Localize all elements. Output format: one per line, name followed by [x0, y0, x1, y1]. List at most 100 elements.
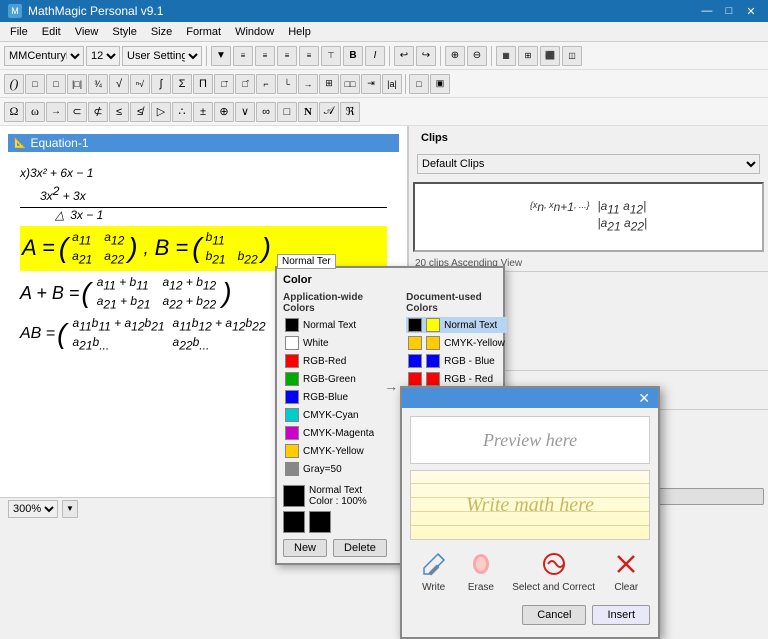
doc-color-rgb-red[interactable]: RGB - Red — [406, 371, 507, 387]
color-white[interactable]: White — [283, 335, 376, 351]
tb-bold[interactable]: B — [343, 46, 363, 66]
tb3-R-frak[interactable]: ℜ — [340, 102, 360, 122]
color-new-button[interactable]: New — [283, 539, 327, 557]
menu-style[interactable]: Style — [106, 24, 142, 40]
tb2-label[interactable]: |a| — [382, 74, 402, 94]
tb3-vee[interactable]: ∨ — [235, 102, 255, 122]
tb-matrix[interactable]: ▦ — [496, 46, 516, 66]
hw-tool-erase[interactable]: Erase — [465, 548, 497, 593]
menu-format[interactable]: Format — [180, 24, 227, 40]
tb3-omega[interactable]: ω — [25, 102, 45, 122]
maximize-button[interactable]: □ — [720, 3, 738, 19]
tb2-pi[interactable]: Π — [193, 74, 213, 94]
hw-tool-select-correct[interactable]: Select and Correct — [512, 548, 595, 593]
color-cmyk-magenta[interactable]: CMYK-Magenta — [283, 425, 376, 441]
color-rgb-green[interactable]: RGB-Green — [283, 371, 376, 387]
tb-align-mid[interactable]: ≡ — [255, 46, 275, 66]
tb2-space[interactable]: □□ — [340, 74, 360, 94]
tb3-subset[interactable]: ⊂ — [67, 102, 87, 122]
tb2-func1[interactable]: □ — [409, 74, 429, 94]
tb-align-full[interactable]: ≡ — [233, 46, 253, 66]
menu-size[interactable]: Size — [145, 24, 178, 40]
tb3-plus[interactable]: ⊕ — [214, 102, 234, 122]
tb2-paren[interactable]: () — [4, 74, 24, 94]
tb2-frac[interactable]: ¾ — [88, 74, 108, 94]
hw-insert-button[interactable]: Insert — [592, 605, 650, 625]
color-cmyk-cyan[interactable]: CMYK-Cyan — [283, 407, 376, 423]
tb-italic[interactable]: I — [365, 46, 385, 66]
tb2-sqrt[interactable]: √ — [109, 74, 129, 94]
tb-grid[interactable]: ⊞ — [518, 46, 538, 66]
tb2-nthroot[interactable]: ⁿ√ — [130, 74, 150, 94]
tb3-leq[interactable]: ≤ — [109, 102, 129, 122]
tb-undo[interactable]: ↩ — [394, 46, 414, 66]
hw-tool-write[interactable]: Write — [418, 548, 450, 593]
color-preview-text: Normal Text — [309, 485, 367, 496]
tb3-square[interactable]: □ — [277, 102, 297, 122]
doc-color-cmyk-yellow[interactable]: CMYK-Yellow — [406, 335, 507, 351]
color-cmyk-yellow[interactable]: CMYK-Yellow — [283, 443, 376, 459]
tb-align-top[interactable]: ⊤ — [321, 46, 341, 66]
zoom-selector[interactable]: 300% 200% 150% 100% — [8, 500, 58, 518]
tb3-tri[interactable]: ▷ — [151, 102, 171, 122]
doc-color-rgb-blue[interactable]: RGB - Blue — [406, 353, 507, 369]
tb-style-1[interactable]: ▼ — [211, 46, 231, 66]
menu-edit[interactable]: Edit — [36, 24, 67, 40]
minimize-button[interactable]: — — [698, 3, 716, 19]
tb2-matrix2[interactable]: ⊞ — [319, 74, 339, 94]
font-selector[interactable]: MMCenturyNew — [4, 46, 84, 66]
tb2-lim[interactable]: → — [298, 74, 318, 94]
tb2-func2[interactable]: ▣ — [430, 74, 450, 94]
tb2-brace[interactable]: □ — [46, 74, 66, 94]
zoom-dropdown-btn[interactable]: ▼ — [62, 500, 78, 518]
doc-color-normal[interactable]: Normal Text — [406, 317, 507, 333]
color-preview-swatch — [283, 485, 305, 507]
menu-help[interactable]: Help — [282, 24, 317, 40]
tb-redo[interactable]: ↪ — [416, 46, 436, 66]
tb3-dot[interactable]: ∴ — [172, 102, 192, 122]
menu-file[interactable]: File — [4, 24, 34, 40]
color-box-1[interactable] — [283, 511, 305, 533]
tb3-subset2[interactable]: ⊄ — [88, 102, 108, 122]
tb2-tab[interactable]: ⇥ — [361, 74, 381, 94]
hw-tool-clear[interactable]: Clear — [610, 548, 642, 593]
tb2-bracket[interactable]: □ — [25, 74, 45, 94]
hw-close-button[interactable]: ✕ — [638, 391, 650, 405]
color-delete-button[interactable]: Delete — [333, 539, 387, 557]
tb-zoom-out[interactable]: ⊖ — [467, 46, 487, 66]
tb2-bar[interactable]: □̄ — [214, 74, 234, 94]
tb-zoom-in[interactable]: ⊕ — [445, 46, 465, 66]
clips-dropdown[interactable]: Default Clips — [417, 154, 760, 174]
select-correct-label: Select and Correct — [512, 582, 595, 593]
tb2-abs[interactable]: |□| — [67, 74, 87, 94]
tb3-N[interactable]: N — [298, 102, 318, 122]
tb2-vec[interactable]: □̂ — [235, 74, 255, 94]
color-gray50[interactable]: Gray=50 — [283, 461, 376, 477]
tb2-prod[interactable]: Σ — [172, 74, 192, 94]
size-selector[interactable]: 12 pt — [86, 46, 120, 66]
tb3-A-script[interactable]: 𝒜 — [319, 102, 339, 122]
tb-align-left[interactable]: ≡ — [277, 46, 297, 66]
setting-selector[interactable]: User Setting — [122, 46, 202, 66]
tb-special[interactable]: ◫ — [562, 46, 582, 66]
tb-color[interactable]: ⬛ — [540, 46, 560, 66]
tb3-pm[interactable]: ± — [193, 102, 213, 122]
tb2-sum[interactable]: ∫ — [151, 74, 171, 94]
tb3-infty[interactable]: ∞ — [256, 102, 276, 122]
tb2-under[interactable]: └ — [277, 74, 297, 94]
color-box-2[interactable] — [309, 511, 331, 533]
color-dialog-title: Color — [283, 274, 497, 286]
tb2-over[interactable]: ⌐ — [256, 74, 276, 94]
color-normal-text[interactable]: Normal Text — [283, 317, 376, 333]
close-button[interactable]: ✕ — [742, 3, 760, 19]
tb-align-right[interactable]: ≡ — [299, 46, 319, 66]
menu-window[interactable]: Window — [229, 24, 280, 40]
menu-view[interactable]: View — [69, 24, 105, 40]
color-rgb-red[interactable]: RGB-Red — [283, 353, 376, 369]
tb3-nleq[interactable]: ≰ — [130, 102, 150, 122]
tb3-arrow[interactable]: → — [46, 102, 66, 122]
hw-cancel-button[interactable]: Cancel — [522, 605, 586, 625]
tb3-omega-big[interactable]: Ω — [4, 102, 24, 122]
color-rgb-blue[interactable]: RGB-Blue — [283, 389, 376, 405]
hw-input-area[interactable]: Write math here — [410, 470, 650, 540]
